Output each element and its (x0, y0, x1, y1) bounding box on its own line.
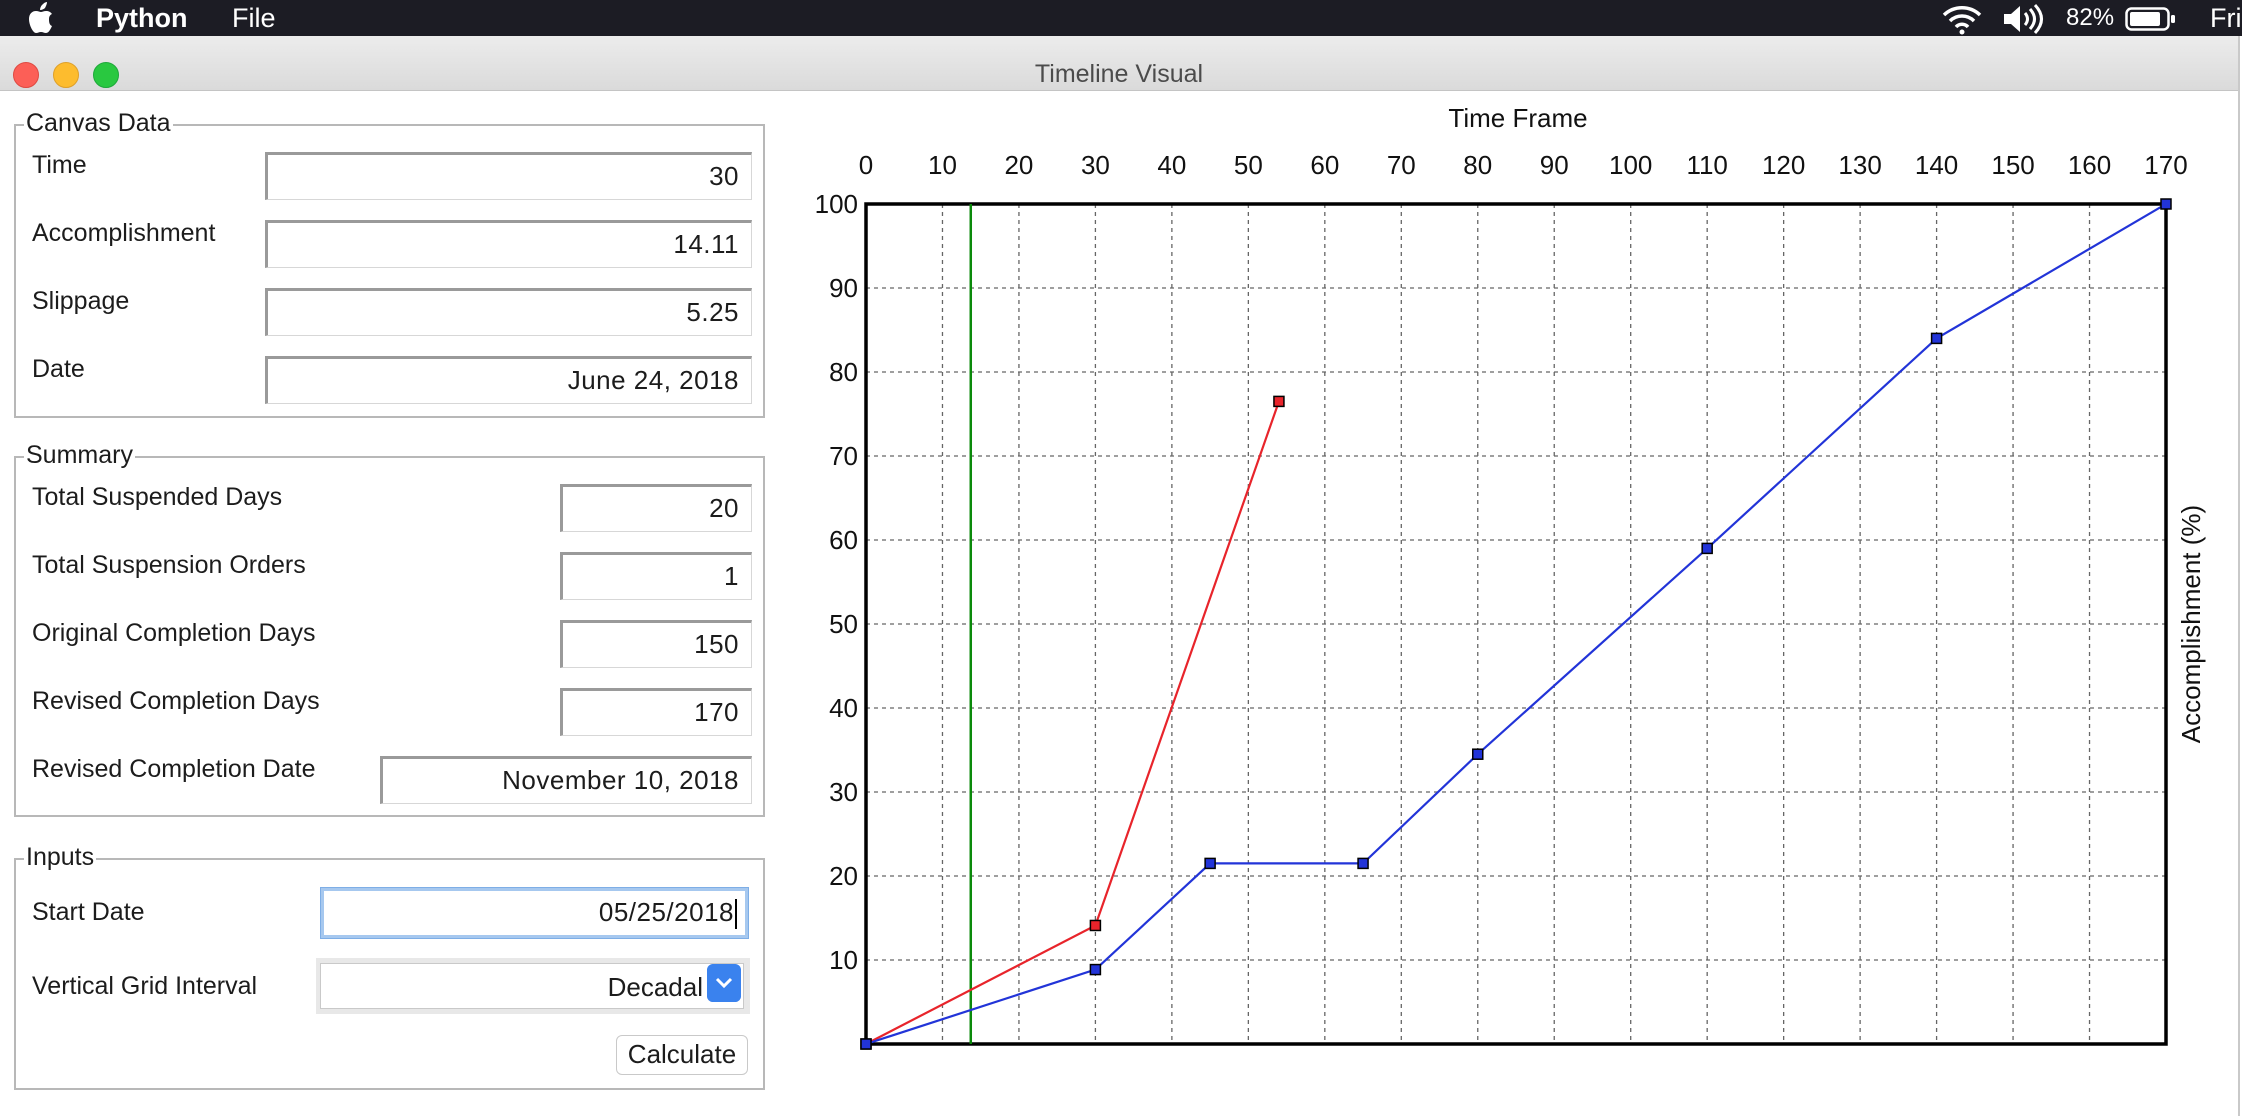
x-tick-label: 50 (1234, 150, 1263, 180)
wifi-icon[interactable] (1940, 3, 1984, 35)
x-tick-label: 80 (1463, 150, 1492, 180)
series-1-point (860, 1038, 872, 1050)
x-tick-label: 170 (2144, 150, 2187, 180)
series-line-0 (865, 401, 1280, 1045)
x-tick-label: 10 (928, 150, 957, 180)
x-tick-label: 30 (1081, 150, 1110, 180)
x-tick-label: 110 (1686, 150, 1727, 180)
x-tick-label: 20 (1004, 150, 1033, 180)
x-tick-label: 40 (1157, 150, 1186, 180)
x-tick-label: 0 (859, 150, 873, 180)
y-tick-label: 80 (829, 357, 858, 387)
x-tick-label: 60 (1310, 150, 1339, 180)
x-tick-label: 120 (1762, 150, 1805, 180)
menubar-clock[interactable]: Fri (2210, 3, 2241, 33)
x-tick-label: 160 (2068, 150, 2111, 180)
x-tick-label: 100 (1609, 150, 1652, 180)
series-1-point (1089, 963, 1102, 976)
y-tick-label: 50 (829, 609, 858, 639)
y-tick-label: 90 (829, 273, 858, 303)
series-1-point (1930, 332, 1943, 345)
battery-icon[interactable] (2125, 6, 2177, 32)
series-1-point (2160, 198, 2172, 210)
x-tick-label: 130 (1838, 150, 1881, 180)
x-tick-label: 140 (1915, 150, 1958, 180)
series-0-point (1273, 395, 1285, 408)
y-tick-label: 60 (829, 525, 858, 555)
y-tick-label: 40 (829, 693, 858, 723)
y-tick-label: 30 (829, 777, 858, 807)
x-tick-label: 150 (1991, 150, 2034, 180)
apple-icon[interactable] (28, 1, 58, 35)
y-tick-label: 100 (815, 189, 858, 219)
timeline-chart[interactable]: 0 10 20 30 40 50 60 70 80 90 100 110 120 130 140 150 160… (0, 36, 2238, 1116)
series-1-point (1701, 542, 1713, 555)
series-1-point (1472, 748, 1484, 760)
y-axis-title: Accomplishment (%) (2176, 505, 2206, 743)
x-tick-label: 70 (1387, 150, 1416, 180)
series-1-point (1204, 857, 1216, 870)
app-menu[interactable]: Python (96, 3, 188, 33)
x-tick-label: 90 (1540, 150, 1569, 180)
series-1-point (1357, 857, 1369, 870)
y-tick-label: 70 (829, 441, 858, 471)
y-tick-label: 10 (829, 945, 858, 975)
volume-icon[interactable] (2000, 3, 2048, 35)
battery-percent: 82% (2066, 4, 2115, 31)
x-axis-title: Time Frame (1448, 103, 1587, 133)
file-menu[interactable]: File (232, 3, 276, 33)
y-tick-label: 20 (829, 861, 858, 891)
series-0-point (1089, 919, 1102, 932)
menu-bar: Python File 82% Fri (0, 0, 2242, 36)
